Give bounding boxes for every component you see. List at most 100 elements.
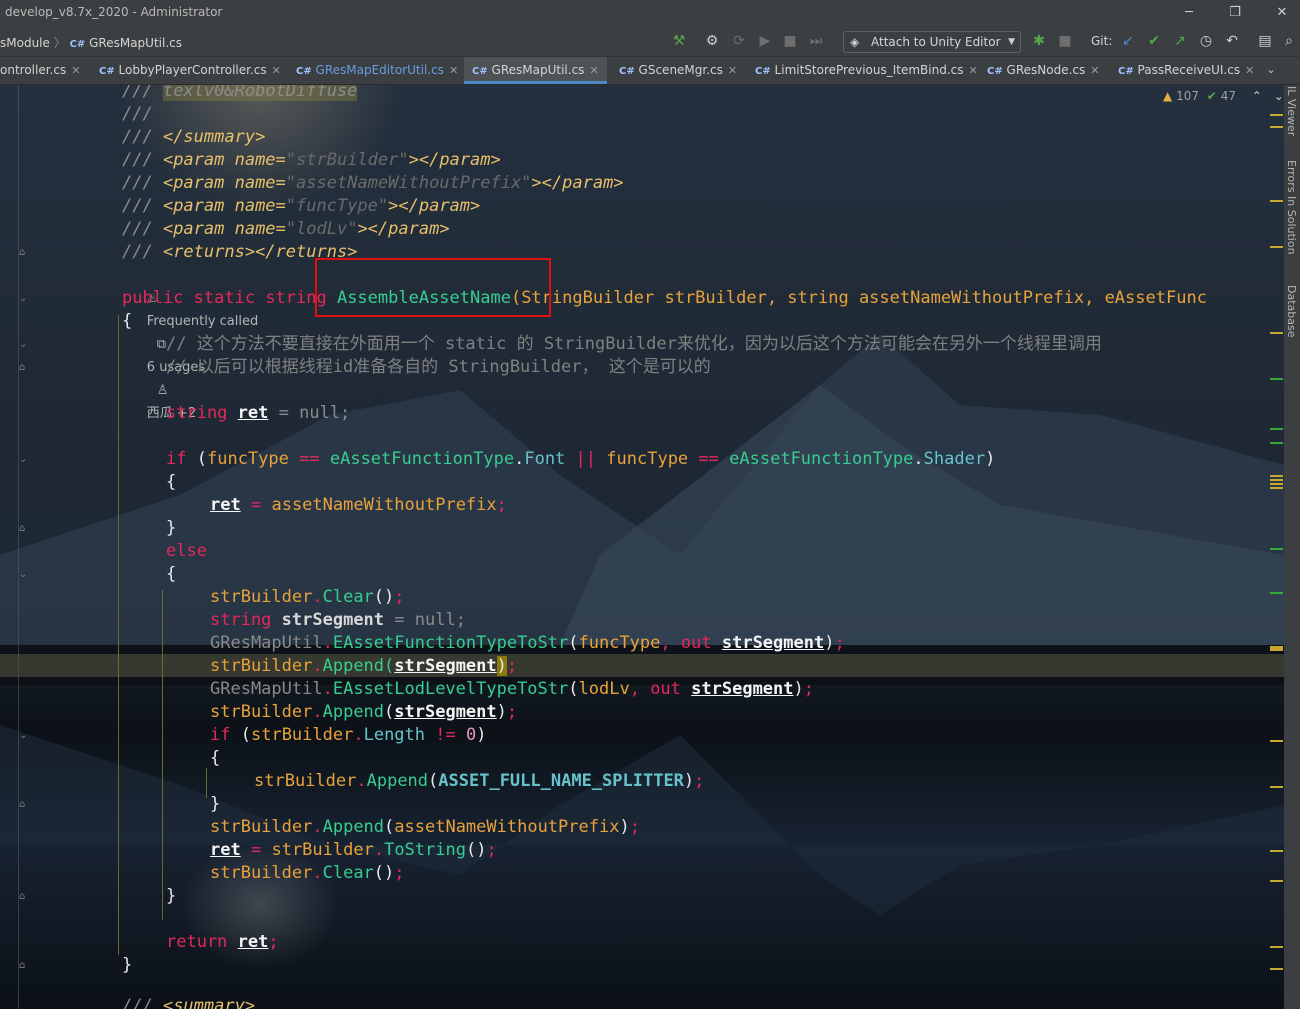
tab-passreceiveui[interactable]: C# PassReceiveUI.cs ✕	[1118, 57, 1254, 84]
previous-highlight-icon[interactable]: ⌃	[1252, 89, 1262, 103]
close-icon[interactable]: ✕	[1090, 64, 1099, 77]
layout-icon[interactable]: ▤	[1256, 32, 1274, 50]
code-editor[interactable]: ⌂ ⌄ ⌄ ⌂ ⌄ ⌂ ⌄ ⌄ ⌂ ⌂ ⌂ /// texlv0&RobotDi…	[0, 85, 1284, 1009]
fold-marker-icon[interactable]: ⌂	[19, 799, 30, 810]
errors-in-solution-tab[interactable]: Errors In Solution	[1285, 160, 1298, 255]
stripe-marker[interactable]	[1270, 548, 1283, 550]
stripe-marker[interactable]	[1270, 332, 1283, 334]
fold-marker-icon[interactable]: ⌄	[19, 730, 30, 741]
csharp-file-icon: C#	[472, 66, 488, 77]
git-commit-icon[interactable]: ✔	[1145, 32, 1163, 50]
close-icon[interactable]: ✕	[589, 64, 598, 77]
code-line: /// <param name="assetNameWithoutPrefix"…	[122, 173, 624, 193]
window-title: develop_v8.7x_2020 - Administrator	[5, 5, 223, 19]
code-line: string strSegment = null;	[210, 610, 466, 630]
close-icon[interactable]: ✕	[1245, 64, 1254, 77]
stripe-marker[interactable]	[1270, 880, 1283, 882]
indent-guide	[118, 315, 119, 955]
editor-tabs: ontroller.cs ✕ C# LobbyPlayerController.c…	[0, 57, 1300, 85]
tab-gresmaputil[interactable]: C# GResMapUtil.cs ✕	[464, 57, 607, 84]
breadcrumb-file[interactable]: GResMapUtil.cs	[89, 36, 182, 50]
fold-marker-icon[interactable]: ⌂	[19, 960, 30, 971]
fold-marker-icon[interactable]: ⌄	[19, 569, 30, 580]
stripe-marker[interactable]	[1270, 442, 1283, 444]
code-line: public static string AssembleAssetName(S…	[122, 288, 1207, 308]
database-tab[interactable]: Database	[1285, 285, 1298, 338]
step-icon[interactable]: ⏭	[807, 32, 825, 50]
inspection-widget[interactable]: ▲ 107 ✔ 47 ⌃ ⌄	[1163, 89, 1284, 103]
git-rollback-icon[interactable]: ↶	[1223, 32, 1241, 50]
csharp-file-icon: C#	[1118, 66, 1134, 77]
stripe-marker[interactable]	[1270, 428, 1283, 430]
rebuild-icon[interactable]: ⟳	[730, 32, 748, 50]
stripe-marker[interactable]	[1270, 646, 1283, 651]
toolbar: sModule 〉 C# GResMapUtil.cs ⚒ ⚙ ⟳ ▶ ■ ⏭ …	[0, 27, 1300, 57]
tab-gresmapeditorutil[interactable]: C# GResMapEditorUtil.cs ✕	[296, 57, 458, 84]
code-line: strBuilder.Clear();	[210, 863, 405, 883]
csharp-file-icon: C#	[755, 66, 771, 77]
csharp-file-icon: C#	[619, 66, 635, 77]
stripe-marker[interactable]	[1270, 246, 1283, 248]
restore-button[interactable]: ❐	[1221, 3, 1249, 23]
code-vision-hints: ♨ Frequently called ⧉ 6 usages ♙ 西瓜 +2	[122, 264, 258, 421]
close-icon[interactable]: ✕	[272, 64, 281, 77]
code-line: }	[166, 518, 177, 538]
tab-lobbyplayercontroller[interactable]: C# LobbyPlayerController.cs ✕	[99, 57, 281, 84]
close-icon[interactable]: ✕	[969, 64, 978, 77]
build-hammer-icon[interactable]: ⚒	[670, 32, 688, 50]
breadcrumb-separator: 〉	[53, 36, 66, 50]
frequently-called-hint[interactable]: Frequently called	[147, 314, 258, 329]
fold-marker-icon[interactable]: ⌄	[19, 339, 30, 350]
stripe-marker[interactable]	[1270, 114, 1283, 116]
next-highlight-icon[interactable]: ⌄	[1274, 89, 1284, 103]
indent-guide	[206, 768, 207, 798]
stripe-marker[interactable]	[1270, 126, 1283, 128]
tab-controller[interactable]: ontroller.cs ✕	[0, 57, 80, 84]
build-config-icon[interactable]: ⚙	[703, 32, 721, 50]
stop-debug-icon[interactable]: ■	[1056, 32, 1074, 50]
search-icon[interactable]: ⌕	[1280, 32, 1298, 50]
run-icon[interactable]: ▶	[756, 32, 774, 50]
fold-marker-icon[interactable]: ⌂	[19, 362, 30, 373]
breadcrumb-module[interactable]: sModule	[0, 36, 50, 50]
close-icon[interactable]: ✕	[728, 64, 737, 77]
fold-marker-icon[interactable]: ⌂	[19, 247, 30, 258]
git-update-icon[interactable]: ↙	[1119, 32, 1137, 50]
code-line: /// <param name="lodLv"></param>	[122, 219, 450, 239]
git-label: Git:	[1091, 34, 1113, 48]
stripe-marker[interactable]	[1270, 968, 1283, 970]
current-line-highlight	[0, 654, 1284, 677]
tab-limitstoreprevious[interactable]: C# LimitStorePrevious_ItemBind.cs ✕	[755, 57, 978, 84]
fold-marker-icon[interactable]: ⌂	[19, 523, 30, 534]
tab-gscenemgr[interactable]: C# GSceneMgr.cs ✕	[619, 57, 737, 84]
fold-marker-icon[interactable]: ⌂	[19, 891, 30, 902]
minimize-button[interactable]: ─	[1175, 3, 1203, 23]
code-line: ret = assetNameWithoutPrefix;	[210, 495, 507, 515]
stripe-marker[interactable]	[1270, 592, 1283, 594]
code-line: strBuilder.Append(strSegment);	[210, 702, 518, 722]
close-icon[interactable]: ✕	[71, 64, 80, 77]
stripe-marker[interactable]	[1270, 786, 1283, 788]
tabs-overflow-chevron-icon[interactable]: ⌄	[1262, 61, 1280, 79]
stripe-marker[interactable]	[1270, 946, 1283, 948]
fold-marker-icon[interactable]: ⌄	[19, 454, 30, 465]
tab-gresnode[interactable]: C# GResNode.cs ✕	[987, 57, 1099, 84]
git-push-icon[interactable]: ↗	[1171, 32, 1189, 50]
debug-bug-icon[interactable]: ✱	[1030, 32, 1048, 50]
il-viewer-tab[interactable]: IL Viewer	[1285, 86, 1298, 136]
git-history-icon[interactable]: ◷	[1197, 32, 1215, 50]
stop-icon[interactable]: ■	[781, 32, 799, 50]
code-line: string ret = null;	[166, 403, 351, 423]
attach-to-unity-dropdown[interactable]: ◈ Attach to Unity Editor ▼	[843, 31, 1021, 53]
close-window-button[interactable]: ✕	[1268, 3, 1296, 23]
fold-marker-icon[interactable]: ⌄	[19, 293, 30, 304]
stripe-marker[interactable]	[1270, 475, 1283, 489]
stripe-marker[interactable]	[1270, 740, 1283, 742]
stripe-marker[interactable]	[1270, 850, 1283, 852]
close-icon[interactable]: ✕	[449, 64, 458, 77]
csharp-file-icon: C#	[296, 66, 312, 77]
code-line: GResMapUtil.EAssetLodLevelTypeToStr(lodL…	[210, 679, 815, 699]
code-content[interactable]: /// texlv0&RobotDiffuse /// /// </summar…	[122, 85, 1207, 1009]
stripe-marker[interactable]	[1270, 200, 1283, 202]
stripe-marker[interactable]	[1270, 378, 1283, 380]
